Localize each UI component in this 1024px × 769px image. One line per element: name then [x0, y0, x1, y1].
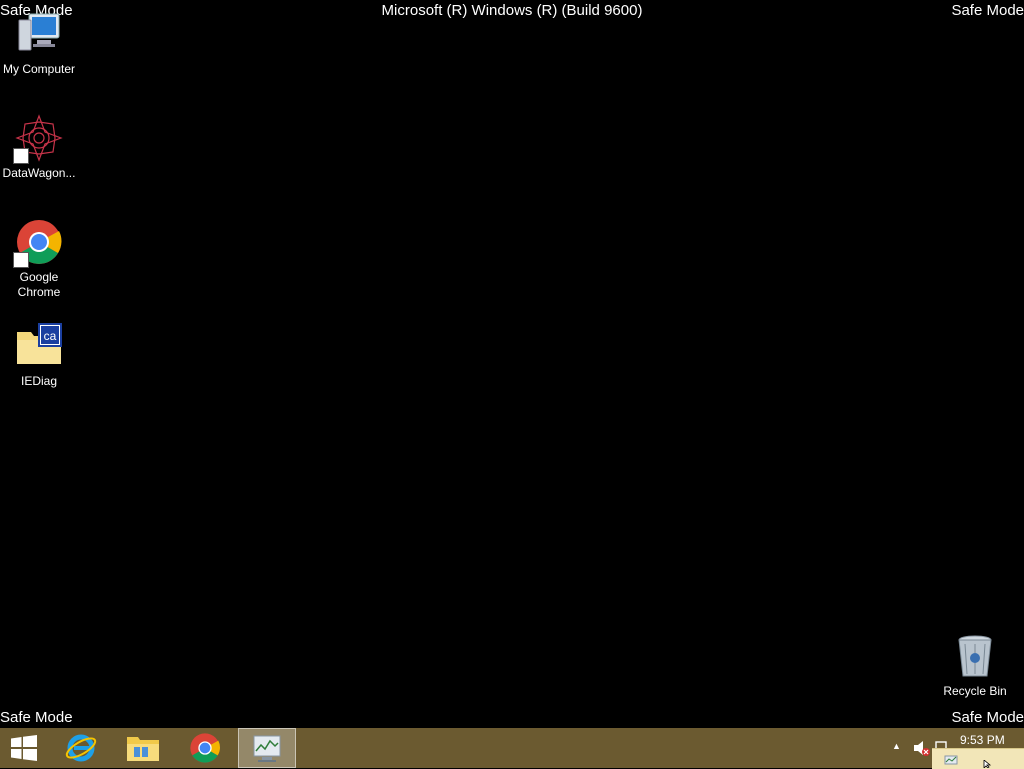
- recycle-bin-icon: [951, 632, 999, 680]
- shortcut-arrow-icon: [13, 148, 29, 164]
- file-explorer-icon: [127, 737, 159, 761]
- desktop-icon-label: My Computer: [2, 62, 76, 76]
- mouse-cursor-icon: [983, 760, 992, 768]
- desktop-icon-google-chrome[interactable]: Google Chrome: [0, 218, 78, 300]
- safe-mode-label-bottom-right: Safe Mode: [951, 709, 1024, 726]
- taskbar-clock[interactable]: 9:53 PM: [960, 733, 1005, 747]
- desktop-icon-label: IEDiag: [20, 374, 58, 388]
- chrome-icon: [13, 218, 63, 268]
- performance-monitor-icon: [253, 735, 281, 762]
- desktop-icon-datawagon[interactable]: DataWagon...: [0, 114, 78, 181]
- computer-icon: [15, 10, 63, 58]
- volume-muted-icon[interactable]: [912, 738, 930, 758]
- desktop-icon-my-computer[interactable]: My Computer: [0, 10, 78, 77]
- shortcut-arrow-icon: [13, 252, 29, 268]
- safe-mode-label-bottom-left: Safe Mode: [0, 709, 73, 726]
- tray-notification-popup[interactable]: [932, 748, 1024, 769]
- datawagon-icon: [13, 114, 63, 164]
- desktop-icon-label: DataWagon...: [2, 166, 76, 180]
- internet-explorer-icon: [65, 734, 97, 762]
- chrome-icon: [190, 733, 220, 763]
- show-hidden-icons-button[interactable]: ▲: [892, 741, 901, 751]
- taskbar-file-explorer-button[interactable]: [114, 728, 172, 768]
- windows-start-icon: [11, 735, 37, 761]
- taskbar-performance-monitor-button[interactable]: [238, 728, 296, 768]
- folder-icon: ca: [15, 322, 63, 370]
- desktop-icon-label: Recycle Bin: [943, 684, 1007, 698]
- safe-mode-label-top-right: Safe Mode: [951, 2, 1024, 19]
- taskbar-chrome-button[interactable]: [176, 728, 234, 768]
- start-button[interactable]: [0, 728, 48, 768]
- desktop-icon-label: Google Chrome: [17, 270, 61, 299]
- taskbar: ▲ 9:53 PM: [0, 728, 1024, 768]
- taskbar-internet-explorer-button[interactable]: [52, 728, 110, 768]
- desktop-icon-recycle-bin[interactable]: Recycle Bin: [936, 632, 1014, 699]
- svg-text:ca: ca: [44, 329, 57, 343]
- build-version-label: Microsoft (R) Windows (R) (Build 9600): [381, 2, 643, 19]
- performance-monitor-icon: [944, 755, 958, 765]
- desktop-icon-iediag[interactable]: ca IEDiag: [0, 322, 78, 389]
